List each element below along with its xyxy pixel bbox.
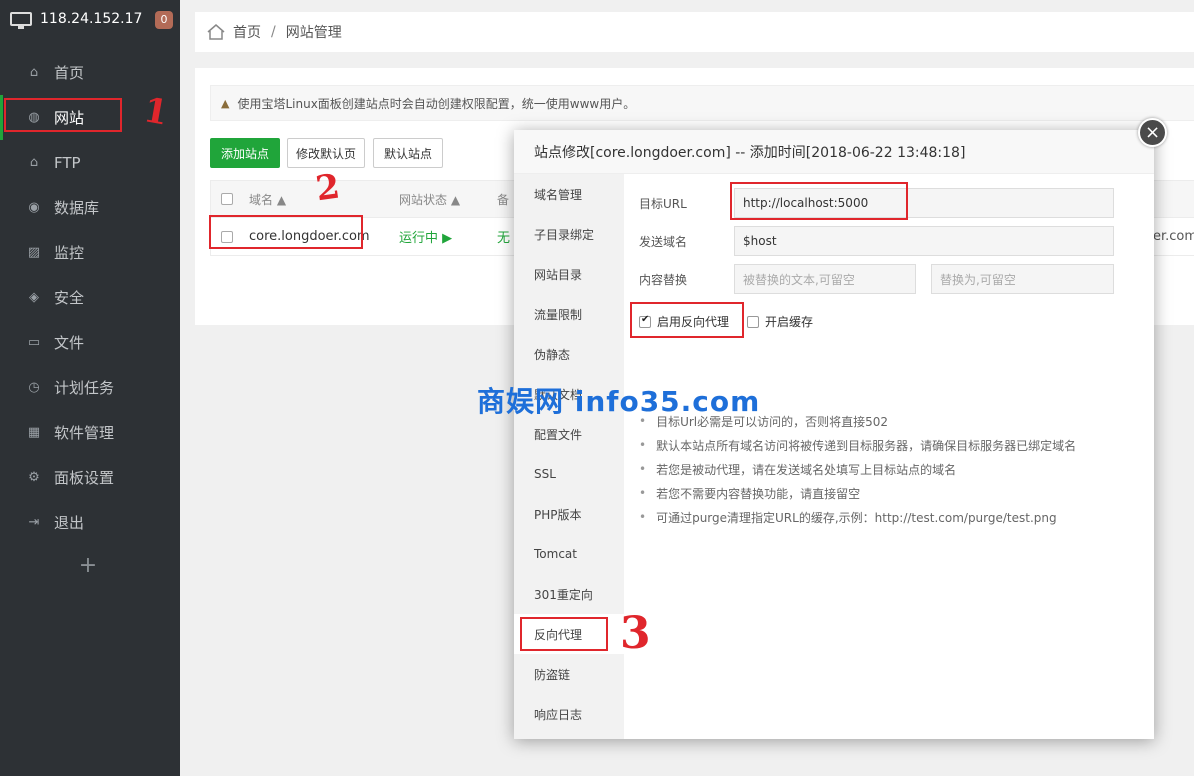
modal-title: 站点修改[core.longdoer.com] -- 添加时间[2018-06-… [514,130,1154,174]
edit-default-page-button[interactable]: 修改默认页 [287,138,365,168]
enable-cache-checkbox[interactable] [747,315,760,328]
enable-cache-label[interactable]: 开启缓存 [765,313,813,330]
tip-item: 可通过purge清理指定URL的缓存,示例：http://test.com/pu… [639,505,1076,529]
sidebar-item-security[interactable]: ◈ 安全 [0,275,180,320]
tip-item: 若您是被动代理，请在发送域名处填写上目标站点的域名 [639,457,1076,481]
header-status[interactable]: 网站状态 ▲ [399,191,497,208]
notification-badge[interactable]: 0 [155,11,173,29]
content-replace-label: 内容替换 [639,272,688,287]
tab-ssl[interactable]: SSL [514,454,624,494]
target-url-label: 目标URL [639,196,687,211]
tips-list: 目标Url必需是可以访问的，否则将直接502 默认本站点所有域名访问将被传递到目… [639,409,1076,529]
header-backup[interactable]: 备 [497,191,509,208]
tab-response-log[interactable]: 响应日志 [514,694,624,734]
sidebar-item-ftp[interactable]: ⌂ FTP [0,140,180,185]
add-site-button[interactable]: 添加站点 [210,138,280,168]
apps-icon: ▦ [27,424,41,440]
row-tail-text: er.com [1152,229,1194,244]
modal-tabs: 域名管理 子目录绑定 网站目录 流量限制 伪静态 默认文档 配置文件 SSL P… [514,174,624,739]
clock-icon: ◷ [28,379,40,395]
sidebar-item-cron[interactable]: ◷ 计划任务 [0,365,180,410]
sidebar-item-files[interactable]: ▭ 文件 [0,320,180,365]
select-all-checkbox[interactable] [221,193,233,205]
annotation-box-proxy-tab [520,617,608,651]
tab-domain-management[interactable]: 域名管理 [514,174,624,214]
tab-rewrite[interactable]: 伪静态 [514,334,624,374]
gear-icon: ⚙ [28,469,40,485]
warning-icon: ▲ [221,96,230,110]
monitor-icon [10,12,32,29]
folder-icon: ▭ [27,334,41,350]
sidebar-item-database[interactable]: ◉ 数据库 [0,185,180,230]
database-icon: ◉ [28,199,40,215]
monitor-icon: ▨ [27,244,41,260]
tab-redirect-301[interactable]: 301重定向 [514,574,624,614]
server-ip: 118.24.152.17 [40,11,143,27]
annotation-box-enable-proxy [630,302,744,338]
tip-item: 默认本站点所有域名访问将被传递到目标服务器，请确保目标服务器已绑定域名 [639,433,1076,457]
breadcrumb-current: 网站管理 [285,25,342,41]
sidebar-item-settings[interactable]: ⚙ 面板设置 [0,455,180,500]
breadcrumb-separator: / [271,24,276,40]
annotation-number-3: 3 [620,608,651,659]
send-domain-input[interactable]: $host [734,226,1114,256]
breadcrumb-home[interactable]: 首页 [233,22,261,42]
breadcrumb: 首页 / 网站管理 [195,12,1194,52]
tab-hotlink-protection[interactable]: 防盗链 [514,654,624,694]
tab-tomcat[interactable]: Tomcat [514,534,624,574]
default-site-button[interactable]: 默认站点 [373,138,443,168]
send-domain-row: 发送域名 $host [624,226,1114,256]
annotation-box-target-url [730,182,908,220]
annotation-box-domain [209,215,363,249]
annotation-box-website [4,98,122,132]
sidebar-item-monitor[interactable]: ▨ 监控 [0,230,180,275]
replace-from-input[interactable]: 被替换的文本,可留空 [734,264,916,294]
tab-subdirectory-binding[interactable]: 子目录绑定 [514,214,624,254]
send-domain-label: 发送域名 [639,234,688,249]
tab-site-directory[interactable]: 网站目录 [514,254,624,294]
tab-traffic-limit[interactable]: 流量限制 [514,294,624,334]
tip-item: 若您不需要内容替换功能，请直接留空 [639,481,1076,505]
add-shortcut-button[interactable]: + [0,553,176,578]
home-icon: ⌂ [29,64,39,80]
server-header: 118.24.152.17 [0,0,180,38]
ftp-icon: ⌂ [29,154,39,170]
replace-to-input[interactable]: 替换为,可留空 [931,264,1114,294]
close-modal-button[interactable]: × [1138,118,1167,147]
reverse-proxy-form: 目标URL http://localhost:5000 发送域名 $host 内… [624,174,1154,739]
notice-bar: ▲ 使用宝塔Linux面板创建站点时会自动创建权限配置，统一使用www用户。 [210,85,1194,121]
tab-config-file[interactable]: 配置文件 [514,414,624,454]
logout-icon: ⇥ [28,514,40,530]
sidebar-item-home[interactable]: ⌂ 首页 [0,50,180,95]
site-status[interactable]: 运行中 ▶ [399,227,497,246]
shield-icon: ◈ [29,289,39,305]
tab-php-version[interactable]: PHP版本 [514,494,624,534]
content-replace-row: 内容替换 被替换的文本,可留空 替换为,可留空 [624,264,1114,294]
site-edit-modal: 站点修改[core.longdoer.com] -- 添加时间[2018-06-… [514,130,1154,739]
sidebar-item-logout[interactable]: ⇥ 退出 [0,500,180,545]
sidebar-item-software[interactable]: ▦ 软件管理 [0,410,180,455]
site-backup[interactable]: 无 [497,227,510,246]
notice-text: 使用宝塔Linux面板创建站点时会自动创建权限配置，统一使用www用户。 [237,96,636,111]
home-icon [207,24,225,40]
watermark: 商娱网 info35.com [477,385,761,418]
